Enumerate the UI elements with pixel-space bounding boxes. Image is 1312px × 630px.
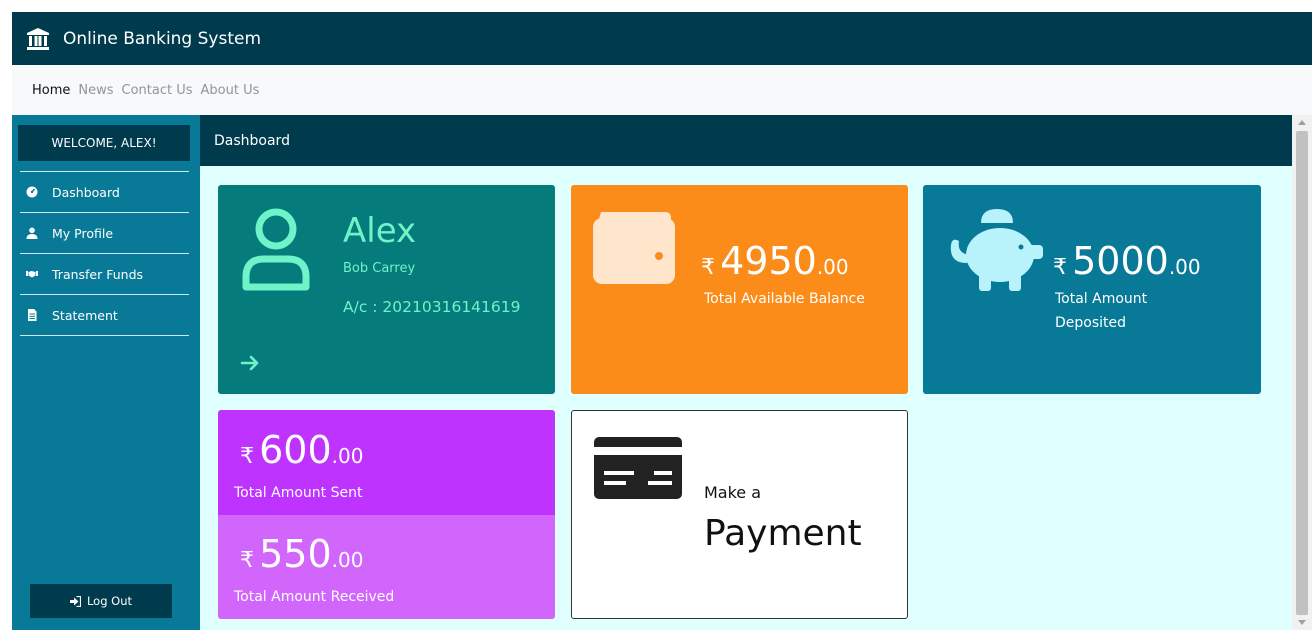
wallet-icon [593,212,675,284]
arrow-right-icon[interactable] [240,353,260,373]
rupee-symbol: ₹ [240,548,254,573]
profile-name: Alex [343,211,417,251]
deposited-amount: ₹ 5000.00 [1053,239,1201,283]
nav-news[interactable]: News [78,83,113,98]
sidebar-item-label: Statement [52,307,118,323]
user-outline-icon [242,208,310,291]
sidebar-item-statement[interactable]: Statement [20,295,189,336]
scroll-up-icon[interactable] [1298,120,1306,125]
app-title: Online Banking System [63,28,262,49]
sidebar: WELCOME, ALEX! Dashboard My Profile Tran… [12,115,200,630]
sent-card: ₹ 600.00 Total Amount Sent [218,410,555,515]
deposited-label-line2: Deposited [1055,315,1127,331]
sidebar-item-label: Transfer Funds [52,266,144,282]
credit-card-icon [594,437,682,499]
bank-icon [27,27,49,50]
sidebar-item-transfer-funds[interactable]: Transfer Funds [20,254,189,295]
balance-label: Total Available Balance [704,291,865,307]
sidebar-item-label: Dashboard [52,184,120,200]
piggy-bank-icon [950,209,1043,291]
balance-amount: ₹ 4950.00 [701,239,849,283]
scroll-down-icon[interactable] [1298,620,1306,625]
payment-line1: Make a [704,483,762,502]
received-amount: ₹ 550.00 [240,532,364,576]
app-header: Online Banking System [12,12,1312,65]
nav-about-us[interactable]: About Us [201,83,260,98]
profile-card[interactable]: Alex Bob Carrey A/c : 20210316141619 [218,185,555,394]
payment-line2: Payment [704,513,862,554]
sent-label: Total Amount Sent [234,485,363,501]
page: Online Banking System Home News Contact … [0,0,1312,630]
sent-amount: ₹ 600.00 [240,428,364,472]
main-scrollbar[interactable] [1292,115,1312,630]
top-nav: Home News Contact Us About Us [12,65,1312,115]
deposited-card: ₹ 5000.00 Total Amount Deposited [923,185,1261,394]
deposited-label-line1: Total Amount [1055,291,1148,307]
account-number: A/c : 20210316141619 [343,298,521,316]
received-card: ₹ 550.00 Total Amount Received [218,515,555,619]
sidebar-menu: Dashboard My Profile Transfer Funds Stat… [20,171,189,336]
dashboard-gauge-icon [26,186,38,198]
nav-home[interactable]: Home [32,83,70,98]
welcome-banner: WELCOME, ALEX! [18,125,190,161]
logout-button[interactable]: Log Out [30,584,172,618]
rupee-symbol: ₹ [1053,255,1067,280]
sidebar-item-dashboard[interactable]: Dashboard [20,172,189,213]
nav-contact-us[interactable]: Contact Us [122,83,193,98]
make-payment-card[interactable]: Make a Payment [571,410,908,619]
received-label: Total Amount Received [234,589,395,605]
sidebar-item-my-profile[interactable]: My Profile [20,213,189,254]
user-icon [26,227,38,239]
logout-label: Log Out [86,594,133,608]
profile-subname: Bob Carrey [343,261,416,276]
document-icon [28,309,37,321]
scrollbar-thumb[interactable] [1296,131,1308,615]
handshake-icon [26,271,38,278]
rupee-symbol: ₹ [240,444,254,469]
page-title: Dashboard [200,115,1292,166]
sidebar-item-label: My Profile [52,225,114,241]
rupee-symbol: ₹ [701,255,715,280]
balance-card: ₹ 4950.00 Total Available Balance [571,185,908,394]
sign-out-icon [69,595,81,607]
